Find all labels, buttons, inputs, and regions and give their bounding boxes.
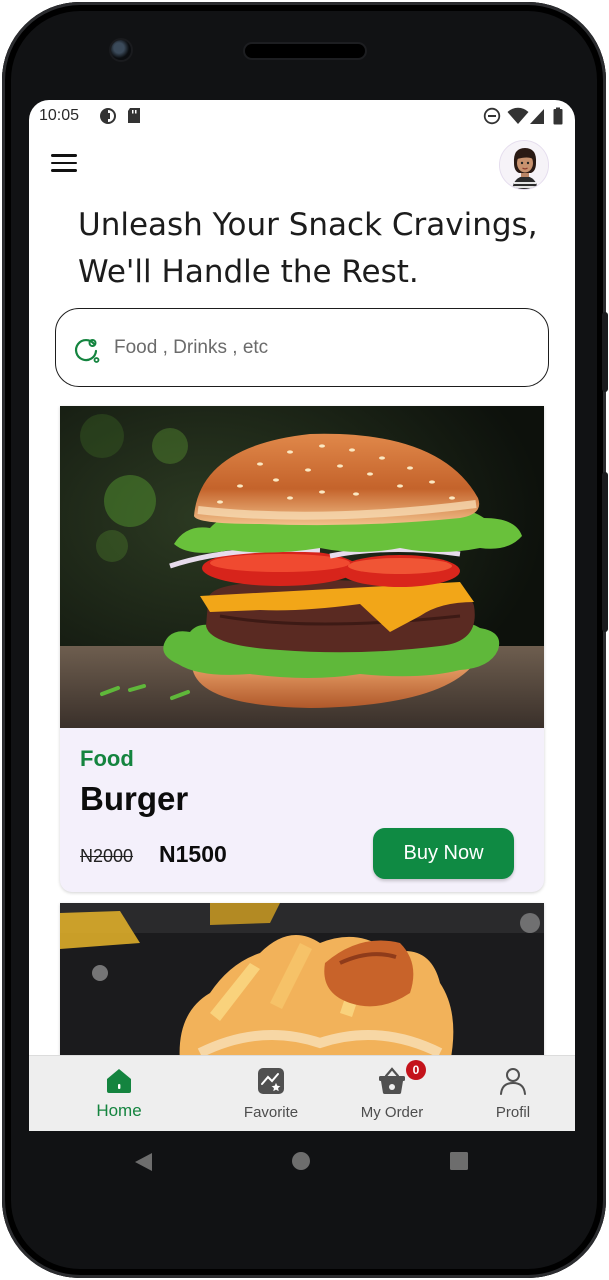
do-not-disturb-icon bbox=[483, 107, 501, 125]
app-screen: 10:05 Unleash Your Snack Cravings, We'll… bbox=[29, 100, 575, 1131]
fries-image bbox=[60, 903, 544, 1063]
search-input[interactable] bbox=[114, 331, 514, 365]
headline-line-1: Unleash Your Snack Cravings, bbox=[78, 207, 538, 243]
page-headline: Unleash Your Snack Cravings, We'll Handl… bbox=[78, 202, 548, 296]
sd-card-icon bbox=[128, 108, 140, 123]
search-bar[interactable] bbox=[55, 308, 549, 387]
power-button bbox=[602, 312, 608, 392]
battery-icon bbox=[553, 107, 563, 125]
cell-signal-icon bbox=[530, 109, 544, 124]
home-icon bbox=[107, 1069, 131, 1093]
nav-item-my-order[interactable]: 0 My Order bbox=[332, 1056, 452, 1131]
order-count-badge: 0 bbox=[406, 1060, 426, 1080]
avatar[interactable] bbox=[499, 140, 549, 190]
basket-icon bbox=[379, 1067, 405, 1094]
back-icon[interactable] bbox=[132, 1151, 154, 1173]
buy-now-button[interactable]: Buy Now bbox=[373, 828, 514, 879]
system-navigation-bar bbox=[29, 1131, 575, 1191]
product-price: N1500 bbox=[159, 841, 227, 867]
nav-label-home: Home bbox=[96, 1101, 142, 1120]
volume-button bbox=[602, 472, 608, 632]
nav-label-favorite: Favorite bbox=[243, 1104, 299, 1121]
status-bar: 10:05 bbox=[29, 100, 575, 130]
home-button-icon[interactable] bbox=[291, 1151, 311, 1171]
data-saver-icon bbox=[100, 108, 116, 124]
product-category: Food bbox=[80, 746, 134, 771]
headline-line-2: We'll Handle the Rest. bbox=[78, 254, 419, 290]
profile-icon bbox=[500, 1068, 526, 1095]
menu-bar bbox=[51, 169, 77, 172]
nav-item-home[interactable]: Home bbox=[59, 1056, 179, 1131]
nav-item-profil[interactable]: Profil bbox=[453, 1056, 573, 1131]
product-card[interactable] bbox=[60, 903, 544, 1063]
menu-bar bbox=[51, 154, 77, 157]
product-old-price: N2000 bbox=[80, 846, 134, 866]
search-icon bbox=[74, 338, 100, 363]
recent-apps-icon[interactable] bbox=[449, 1151, 469, 1171]
favorite-icon bbox=[258, 1068, 284, 1094]
nav-label-my-order: My Order bbox=[360, 1104, 424, 1121]
nav-item-favorite[interactable]: Favorite bbox=[211, 1056, 331, 1131]
status-time: 10:05 bbox=[39, 107, 80, 124]
wifi-icon bbox=[507, 107, 529, 124]
earpiece-speaker bbox=[245, 44, 365, 58]
product-name: Burger bbox=[80, 780, 189, 817]
front-camera bbox=[111, 40, 131, 60]
product-card[interactable]: Food Burger N2000 N1500 Buy Now bbox=[60, 406, 544, 892]
burger-image bbox=[60, 406, 544, 728]
bottom-navigation: Home Favorite 0 My Order Profil bbox=[29, 1055, 575, 1131]
avatar-illustration bbox=[500, 141, 548, 189]
nav-label-profil: Profil bbox=[495, 1104, 531, 1121]
menu-button[interactable] bbox=[51, 154, 77, 176]
menu-bar bbox=[51, 161, 77, 164]
